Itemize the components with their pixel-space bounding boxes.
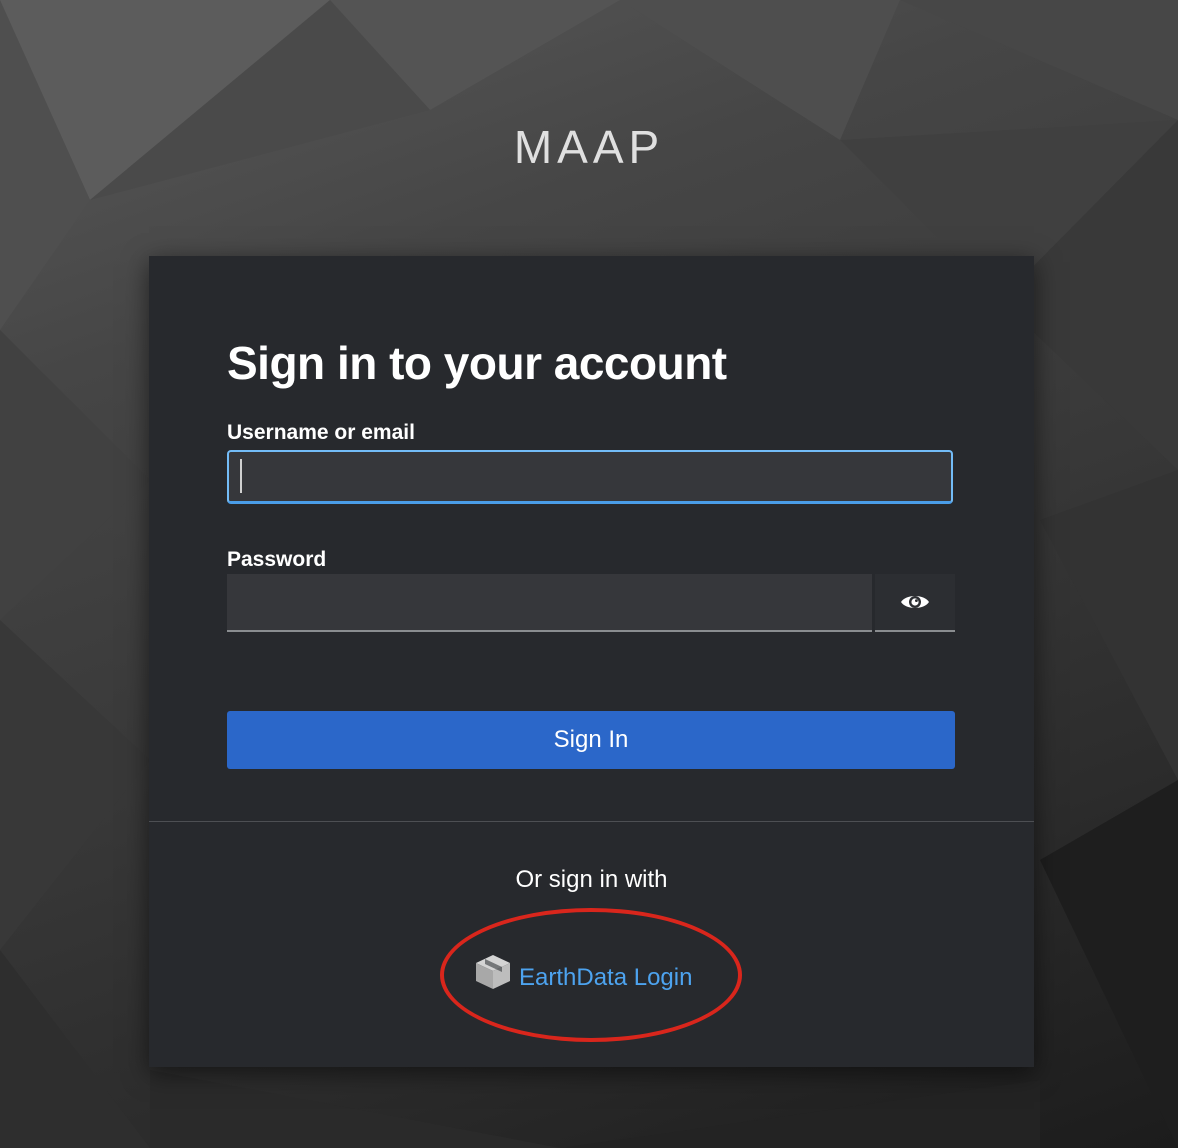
earthdata-login-label: EarthData Login — [519, 964, 693, 991]
login-card: Sign in to your account Username or emai… — [149, 256, 1034, 1067]
text-caret — [240, 459, 242, 493]
sign-in-button[interactable]: Sign In — [227, 711, 955, 769]
page-title: Sign in to your account — [227, 337, 727, 389]
show-password-button[interactable] — [875, 574, 955, 632]
earthdata-login-link[interactable]: EarthData Login — [473, 952, 692, 992]
login-page: MAAP Sign in to your account Username or… — [0, 0, 1178, 1148]
username-label: Username or email — [227, 421, 415, 444]
username-input[interactable] — [227, 450, 953, 504]
eye-icon — [901, 596, 929, 608]
alt-signin-heading: Or sign in with — [515, 866, 668, 893]
cube-icon — [476, 955, 510, 989]
password-input[interactable] — [227, 574, 872, 632]
brand-title: MAAP — [513, 121, 665, 173]
divider — [149, 821, 1034, 822]
password-label: Password — [227, 548, 327, 571]
